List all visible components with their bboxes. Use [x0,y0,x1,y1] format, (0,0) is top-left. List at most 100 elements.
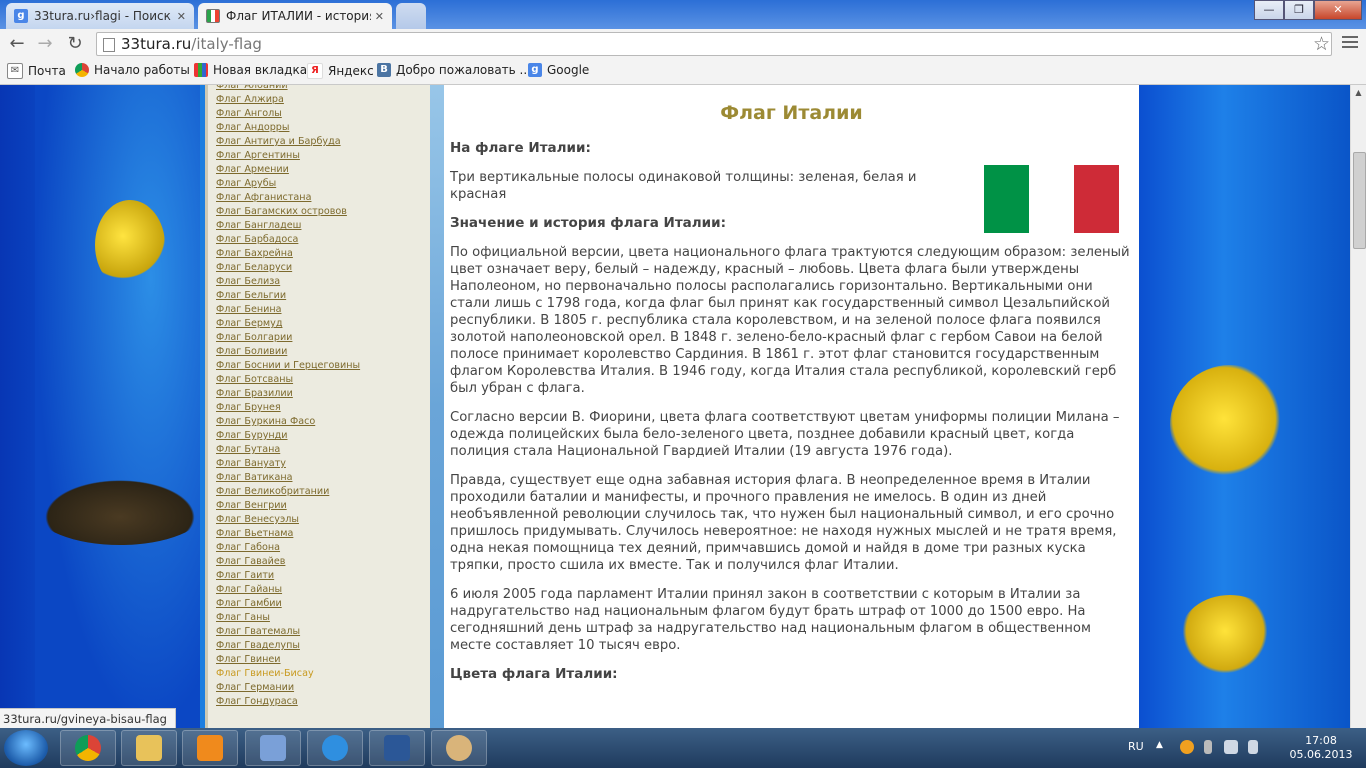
volume-icon[interactable] [1248,740,1258,754]
taskbar-explorer[interactable] [121,730,177,766]
flag-link[interactable]: Флаг Армении [216,164,289,175]
flag-link[interactable]: Флаг Гаити [216,570,274,581]
flag-link[interactable]: Флаг Бурунди [216,430,288,441]
clock[interactable]: 17:08 05.06.2013 [1286,734,1356,762]
address-bar[interactable]: 33tura.ru/italy-flag [96,32,1332,56]
bookmark-label: Новая вкладка [213,63,308,77]
new-tab-button[interactable] [396,3,426,29]
flag-link[interactable]: Флаг Беларуси [216,262,292,273]
flag-link[interactable]: Флаг Германии [216,682,294,693]
scrollbar-thumb[interactable] [1353,152,1366,249]
flag-link[interactable]: Флаг Боливии [216,346,287,357]
maximize-button[interactable]: ❐ [1284,0,1314,20]
bookmark-new-tab[interactable]: Новая вкладка [194,63,307,77]
flag-link[interactable]: Флаг Буркина Фасо [216,416,315,427]
flag-link[interactable]: Флаг Гвинеи-Бисау [216,668,314,679]
sidebar-item: Флаг Гваделупы [216,639,430,653]
flag-link[interactable]: Флаг Барбадоса [216,234,298,245]
close-window-button[interactable]: ✕ [1314,0,1362,20]
sidebar-item: Флаг Гвинеи-Бисау [216,667,430,681]
taskbar-ie[interactable] [307,730,363,766]
flag-link[interactable]: Флаг Великобритании [216,486,329,497]
taskbar-chrome[interactable] [60,730,116,766]
bookmark-start[interactable]: Начало работы [75,63,190,77]
flag-link[interactable]: Флаг Ботсваны [216,374,293,385]
flag-link[interactable]: Флаг Багамских островов [216,206,347,217]
scroll-up-icon[interactable]: ▲ [1351,85,1366,101]
close-tab-icon[interactable]: ✕ [177,10,186,23]
sidebar-item: Флаг Багамских островов [216,205,430,219]
flag-link[interactable]: Флаг Бразилии [216,388,293,399]
minimize-button[interactable]: — [1254,0,1284,20]
flag-stripe-green [984,165,1029,233]
close-tab-icon[interactable]: ✕ [375,10,384,23]
flag-link[interactable]: Флаг Ганы [216,612,270,623]
taskbar-word[interactable] [369,730,425,766]
flag-link[interactable]: Флаг Ватикана [216,472,292,483]
bookmark-mail[interactable]: ✉ Почта [7,63,66,79]
flag-link[interactable]: Флаг Анголы [216,108,282,119]
flag-link[interactable]: Флаг Андорры [216,122,289,133]
bookmark-vk[interactable]: B Добро пожаловать ... [377,63,531,77]
flag-link[interactable]: Флаг Гамбии [216,598,282,609]
flag-link[interactable]: Флаг Вьетнама [216,528,293,539]
taskbar-paint-tool[interactable] [245,730,301,766]
flag-link[interactable]: Флаг Гавайев [216,556,285,567]
sidebar-item: Флаг Бурунди [216,429,430,443]
page-scrollbar[interactable]: ▲ [1350,85,1366,728]
flag-link[interactable]: Флаг Боснии и Герцеговины [216,360,360,371]
bookmark-label: Почта [28,64,66,78]
reload-icon[interactable]: ↻ [64,33,86,55]
taskbar-palette[interactable] [431,730,487,766]
flag-link[interactable]: Флаг Алжира [216,94,284,105]
flag-link[interactable]: Флаг Албании [216,85,288,91]
sidebar-item: Флаг Боснии и Герцеговины [216,359,430,373]
tab-search[interactable]: g 33tura.ru›flagi - Поиск в G ✕ [6,3,194,29]
bookmark-google[interactable]: g Google [528,63,589,77]
flag-link[interactable]: Флаг Аргентины [216,150,300,161]
flag-link[interactable]: Флаг Бахрейна [216,248,293,259]
tab-italy-flag[interactable]: Флаг ИТАЛИИ - история ✕ [198,3,392,29]
google-icon: g [528,63,542,77]
start-button[interactable] [4,730,48,766]
forward-arrow-icon[interactable]: → [34,33,56,55]
flag-link[interactable]: Флаг Бермуд [216,318,282,329]
flag-link[interactable]: Флаг Габона [216,542,280,553]
flag-link[interactable]: Флаг Венесуэлы [216,514,299,525]
flag-link[interactable]: Флаг Афганистана [216,192,311,203]
sidebar-item: Флаг Барбадоса [216,233,430,247]
flag-link[interactable]: Флаг Вануату [216,458,286,469]
menu-icon[interactable] [1342,36,1358,51]
sidebar-item: Флаг Белиза [216,275,430,289]
sidebar-item: Флаг Бутана [216,443,430,457]
flag-link[interactable]: Флаг Антигуа и Барбуда [216,136,341,147]
flag-link[interactable]: Флаг Белиза [216,276,280,287]
flag-link[interactable]: Флаг Бангладеш [216,220,301,231]
bookmark-label: Google [547,63,590,77]
bookmark-star-icon[interactable]: ☆ [1313,32,1330,56]
flag-link[interactable]: Флаг Бенина [216,304,282,315]
flag-link[interactable]: Флаг Гватемалы [216,626,300,637]
flag-link[interactable]: Флаг Гайаны [216,584,282,595]
bookmark-yandex[interactable]: Я Яндекс [307,63,374,79]
flag-link[interactable]: Флаг Гваделупы [216,640,300,651]
flag-link[interactable]: Флаг Болгарии [216,332,292,343]
usb-device-icon[interactable] [1204,740,1212,754]
flag-link[interactable]: Флаг Гондураса [216,696,298,707]
sidebar-item: Флаг Алжира [216,93,430,107]
flag-link[interactable]: Флаг Бельгии [216,290,286,301]
taskbar-media[interactable] [182,730,238,766]
show-hidden-icons-icon[interactable]: ▲ [1156,740,1170,754]
back-arrow-icon[interactable]: ← [6,33,28,55]
flag-link[interactable]: Флаг Бутана [216,444,280,455]
flag-link[interactable]: Флаг Венгрии [216,500,287,511]
language-indicator[interactable]: RU [1128,740,1144,753]
page-icon [103,38,115,52]
sidebar-item: Флаг Ганы [216,611,430,625]
flag-link[interactable]: Флаг Арубы [216,178,276,189]
flag-link[interactable]: Флаг Брунея [216,402,281,413]
flag-link[interactable]: Флаг Гвинеи [216,654,281,665]
network-icon[interactable] [1224,740,1238,754]
tray-app-icon[interactable] [1180,740,1194,754]
sidebar-item: Флаг Болгарии [216,331,430,345]
